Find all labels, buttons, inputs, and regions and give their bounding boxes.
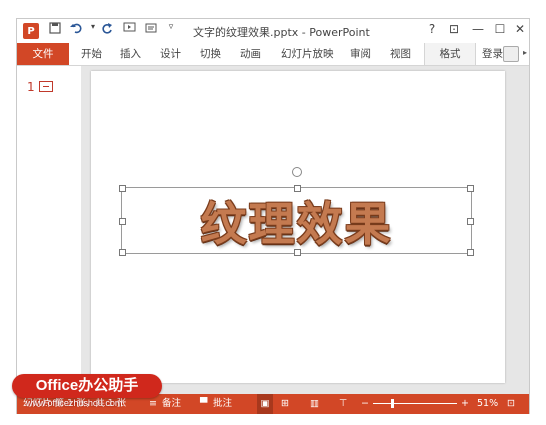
slide-canvas[interactable]: 纹理效果 <box>91 71 505 383</box>
reading-view-icon[interactable]: ▥ <box>310 394 319 414</box>
ribbon-display-icon[interactable]: ⊡ <box>445 22 463 36</box>
tab-review[interactable]: 审阅 <box>350 43 371 65</box>
close-icon[interactable]: ✕ <box>511 22 529 36</box>
wordart-textbox[interactable]: 纹理效果 <box>119 167 474 256</box>
help-icon[interactable]: ? <box>423 22 441 36</box>
undo-icon[interactable] <box>69 22 85 37</box>
tab-view[interactable]: 视图 <box>390 43 411 65</box>
slide-thumbnail[interactable] <box>39 81 53 92</box>
customize-icon[interactable]: ▿ <box>163 22 179 32</box>
tab-slideshow[interactable]: 幻灯片放映 <box>281 43 334 65</box>
tab-design[interactable]: 设计 <box>160 43 181 65</box>
ribbon-tabs: 文件 开始 插入 设计 切换 动画 幻灯片放映 审阅 视图 格式 登录 ▸ <box>17 43 529 66</box>
user-avatar-icon[interactable] <box>503 46 519 62</box>
ribbon-scroll-right-icon[interactable]: ▸ <box>521 46 529 60</box>
normal-view-icon[interactable]: ▣ <box>257 394 273 414</box>
tab-file[interactable]: 文件 <box>17 43 69 65</box>
notes-button[interactable]: 备注 <box>162 394 181 414</box>
print-preview-icon[interactable] <box>143 22 159 37</box>
tab-transitions[interactable]: 切换 <box>200 43 221 65</box>
powerpoint-window: P ▾ ▿ 文字的纹理效果.pptx - PowerPoint ? ⊡ — ☐ … <box>16 18 530 414</box>
minimize-icon[interactable]: — <box>469 22 487 36</box>
tab-insert[interactable]: 插入 <box>120 43 141 65</box>
tab-format[interactable]: 格式 <box>424 43 476 65</box>
zoom-in-button[interactable]: + <box>461 394 469 414</box>
sign-in-link[interactable]: 登录 <box>482 43 503 65</box>
save-icon[interactable] <box>47 22 63 37</box>
zoom-out-button[interactable]: − <box>361 394 369 414</box>
tab-animations[interactable]: 动画 <box>240 43 261 65</box>
watermark-badge: Office办公助手 <box>12 374 162 398</box>
maximize-icon[interactable]: ☐ <box>491 22 509 36</box>
tab-home[interactable]: 开始 <box>81 43 102 65</box>
window-title: 文字的纹理效果.pptx - PowerPoint <box>193 26 370 39</box>
fit-to-window-icon[interactable]: ⊡ <box>507 394 515 414</box>
thumbnail-pane: 1 <box>17 66 81 394</box>
zoom-slider-thumb[interactable] <box>391 399 395 408</box>
comments-icon[interactable]: ▀ <box>200 394 207 414</box>
slide-number: 1 <box>27 80 35 94</box>
comments-button[interactable]: 批注 <box>213 394 232 414</box>
slideshow-icon[interactable]: ⊤ <box>339 394 347 414</box>
start-from-beginning-icon[interactable] <box>121 22 137 37</box>
rotate-handle-icon[interactable] <box>292 167 302 177</box>
zoom-percent[interactable]: 51% <box>477 394 498 414</box>
repeat-icon[interactable] <box>99 22 115 37</box>
zoom-slider[interactable] <box>373 403 457 404</box>
editing-area: 1 纹理效果 <box>17 66 529 394</box>
watermark-url: www.officezhushou.com <box>26 398 123 408</box>
wordart-text[interactable]: 纹理效果 <box>122 188 471 253</box>
powerpoint-logo: P <box>23 23 39 39</box>
slide-sorter-icon[interactable]: ⊞ <box>281 394 289 414</box>
title-bar: P ▾ ▿ 文字的纹理效果.pptx - PowerPoint ? ⊡ — ☐ … <box>17 19 529 43</box>
